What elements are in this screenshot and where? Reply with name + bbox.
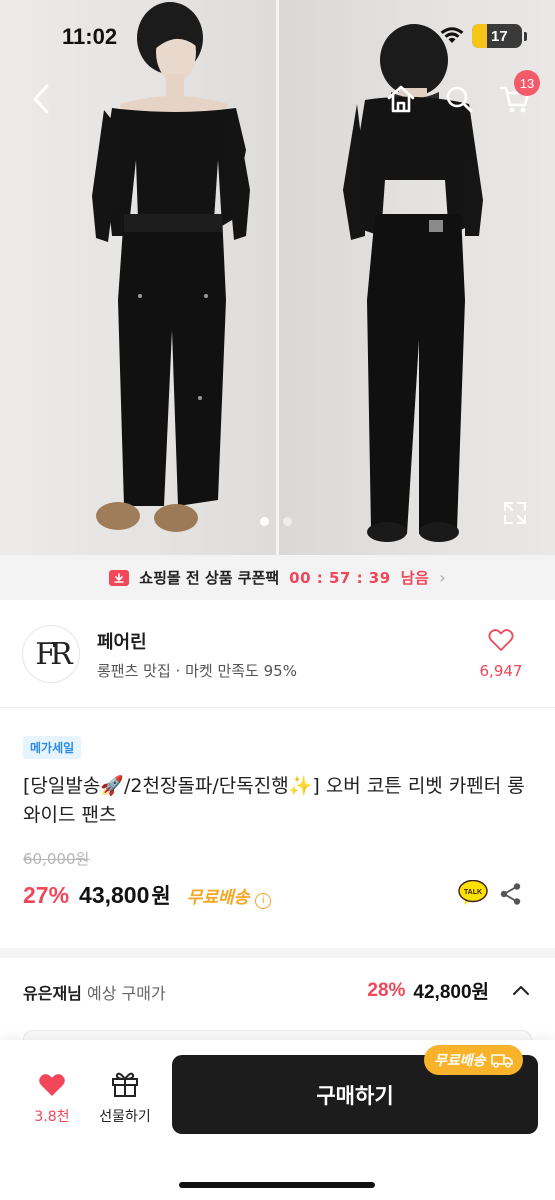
status-icons: 17 (440, 24, 527, 48)
product-image-gallery[interactable]: 11:02 17 13 (0, 0, 555, 555)
back-arrow-icon (33, 84, 49, 114)
user-name: 유은재님 (23, 984, 82, 1003)
bottom-action-bar: 3.8천 선물하기 구매하기 무료배송 (0, 1040, 555, 1200)
home-icon (387, 85, 415, 113)
talk-button[interactable]: TALK (458, 879, 488, 906)
discount-rate: 27% (23, 882, 70, 908)
free-shipping-label: 무료배송 (186, 888, 250, 908)
talk-chat-icon: TALK (458, 879, 488, 905)
pager-dot-2[interactable] (283, 517, 292, 526)
heart-filled-icon (39, 1074, 65, 1096)
back-button[interactable] (26, 82, 56, 116)
section-divider (0, 948, 555, 958)
coupon-icon (109, 569, 130, 586)
like-button[interactable]: 3.8천 (22, 1072, 82, 1126)
status-bar: 11:02 17 (0, 0, 555, 74)
expand-image-button[interactable] (502, 500, 530, 528)
product-info: 메가세일 [당일발송🚀/2천장돌파/단독진행✨] 오버 코튼 리벳 카펜터 롱 … (0, 708, 555, 948)
coupon-text: 쇼핑몰 전 상품 쿠폰팩 (139, 569, 280, 587)
expected-price-row[interactable]: 유은재님 예상 구매가 28% 42,800원 (0, 958, 555, 1028)
gift-icon (112, 1072, 138, 1097)
seller-description: 롱팬츠 맛집 · 마켓 만족도 95% (97, 662, 297, 680)
search-button[interactable] (442, 82, 476, 116)
home-indicator (179, 1182, 375, 1188)
expected-label-text: 예상 구매가 (81, 984, 166, 1003)
expected-discount-rate: 28% (367, 979, 406, 1001)
seller-like-count: 6,947 (479, 662, 523, 680)
pager-dot-1[interactable] (260, 517, 269, 526)
like-count: 3.8천 (34, 1109, 70, 1125)
chevron-up-icon[interactable] (511, 981, 531, 1001)
expected-price-label: 유은재님 예상 구매가 (23, 980, 166, 1004)
talk-label: TALK (464, 889, 482, 896)
seller-name[interactable]: 페어린 (97, 628, 147, 654)
search-icon (446, 86, 473, 113)
price-row: 27% 43,800 원 무료배송 i (23, 880, 272, 910)
product-title: [당일발송🚀/2천장돌파/단독진행✨] 오버 코튼 리벳 카펜터 롱 와이드 팬… (23, 775, 525, 826)
seller-logo[interactable]: FR (22, 625, 80, 683)
free-shipping-tag-label: 무료배송 (434, 1053, 486, 1069)
share-icon (500, 883, 521, 905)
coupon-banner[interactable]: 쇼핑몰 전 상품 쿠폰팩 00 : 57 : 39 남음 › (0, 555, 555, 600)
original-price: 60,000원 (23, 850, 90, 868)
sale-price: 43,800 (79, 882, 150, 908)
gift-label: 선물하기 (99, 1109, 151, 1125)
seller-section[interactable]: FR 페어린 롱팬츠 맛집 · 마켓 만족도 95% 6,947 (0, 600, 555, 708)
battery-level: 17 (491, 27, 508, 45)
gift-button[interactable]: 선물하기 (90, 1070, 160, 1126)
coupon-suffix: 남음 (400, 569, 430, 587)
truck-icon (490, 1054, 513, 1068)
info-icon[interactable]: i (255, 892, 272, 909)
expand-icon (504, 502, 526, 524)
coupon-timer: 00 : 57 : 39 (289, 568, 391, 587)
chevron-right-icon: › (439, 568, 446, 587)
free-shipping-tag: 무료배송 (424, 1045, 523, 1075)
mega-sale-badge: 메가세일 (23, 736, 82, 759)
price-unit: 원 (151, 884, 171, 908)
battery-tip (524, 31, 527, 41)
home-button[interactable] (384, 82, 418, 116)
expected-price: 42,800원 (413, 982, 489, 1003)
seller-like-button[interactable]: 6,947 (471, 628, 531, 680)
gallery-pager (260, 517, 292, 526)
battery-icon: 17 (472, 24, 522, 48)
share-button[interactable] (499, 882, 523, 906)
cart-button[interactable]: 13 (498, 70, 540, 116)
status-time: 11:02 (62, 24, 118, 49)
expected-price-values: 28% 42,800원 (367, 977, 531, 1004)
cart-count-badge: 13 (514, 70, 540, 96)
heart-outline-icon (488, 629, 514, 651)
wifi-icon (440, 27, 464, 43)
